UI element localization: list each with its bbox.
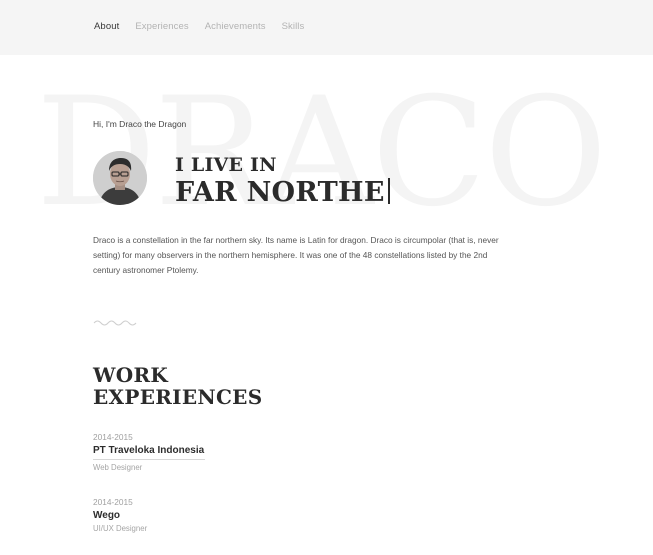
headline-line-2: FAR NORTHE bbox=[175, 177, 390, 208]
nav-item-achievements[interactable]: Achievements bbox=[205, 21, 266, 32]
greeting-text: Hi, I'm Draco the Dragon bbox=[93, 119, 187, 129]
headline-line-1: I LIVE IN bbox=[175, 154, 277, 176]
work-experiences-title: WORK EXPERIENCES bbox=[93, 364, 262, 408]
avatar bbox=[93, 151, 147, 205]
nav-item-experiences[interactable]: Experiences bbox=[135, 21, 188, 32]
wave-divider-icon bbox=[93, 320, 137, 326]
headline-typed-text: FAR NORTHE bbox=[175, 177, 385, 208]
company-underline bbox=[93, 459, 205, 460]
typing-cursor bbox=[387, 178, 390, 204]
section-title-line-1: WORK bbox=[93, 363, 169, 387]
nav-item-about[interactable]: About bbox=[94, 21, 119, 32]
experience-role: Web Designer bbox=[93, 463, 143, 472]
avatar-portrait-icon bbox=[93, 151, 147, 205]
experience-item: 2014-2015 PT Traveloka Indonesia Web Des… bbox=[93, 432, 205, 472]
experience-role: UI/UX Designer bbox=[93, 524, 148, 533]
experience-item: 2014-2015 Wego UI/UX Designer bbox=[93, 497, 147, 533]
nav-item-skills[interactable]: Skills bbox=[282, 21, 305, 32]
bio-paragraph: Draco is a constellation in the far nort… bbox=[93, 235, 499, 275]
experience-period: 2014-2015 bbox=[93, 432, 133, 442]
experience-company: PT Traveloka Indonesia bbox=[93, 445, 205, 456]
nav-list: About Experiences Achievements Skills bbox=[94, 21, 304, 32]
section-title-line-2: EXPERIENCES bbox=[93, 385, 263, 409]
experience-company: Wego bbox=[93, 510, 121, 521]
top-navigation: About Experiences Achievements Skills bbox=[0, 0, 653, 55]
experience-period: 2014-2015 bbox=[93, 497, 133, 507]
page: About Experiences Achievements Skills DR… bbox=[0, 0, 653, 555]
